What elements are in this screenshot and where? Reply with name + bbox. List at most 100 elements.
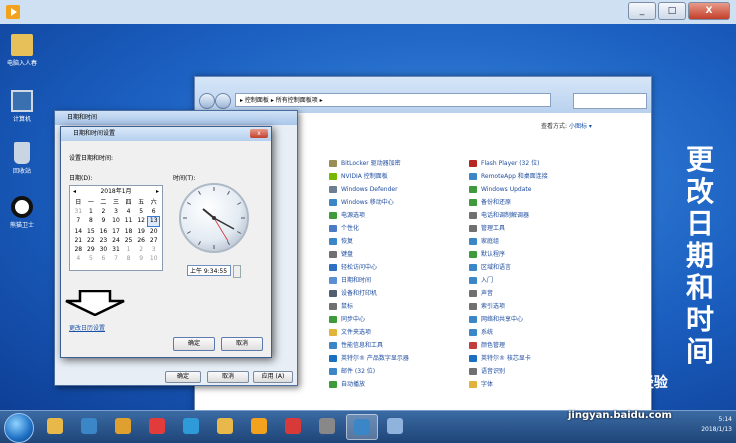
calendar-day[interactable]: 12 — [135, 216, 148, 225]
calendar-day[interactable]: 6 — [97, 254, 110, 263]
control-panel-item[interactable]: 英特尔® 核芯显卡 — [469, 352, 619, 365]
start-button[interactable] — [4, 413, 34, 443]
taskbar-button-ie[interactable] — [74, 414, 104, 438]
calendar-day[interactable]: 10 — [147, 254, 160, 263]
calendar-day[interactable]: 3 — [147, 245, 160, 254]
control-panel-item[interactable]: 轻松访问中心 — [329, 261, 479, 274]
control-panel-item[interactable]: 电话和调制解调器 — [469, 209, 619, 222]
calendar-day[interactable]: 4 — [122, 207, 135, 216]
control-panel-item[interactable]: 备份和还原 — [469, 196, 619, 209]
calendar-day[interactable]: 7 — [110, 254, 123, 263]
time-input[interactable]: 上午 9:34:55 — [187, 265, 231, 276]
control-panel-item[interactable]: 网络和共享中心 — [469, 313, 619, 326]
taskbar-button-player[interactable] — [244, 414, 274, 438]
dt-ok-button[interactable]: 确定 — [165, 371, 201, 383]
control-panel-item[interactable]: Windows 移动中心 — [329, 196, 479, 209]
calendar-day[interactable]: 19 — [135, 227, 148, 236]
calendar-month[interactable]: 2018年1月 — [100, 188, 131, 195]
calendar-day[interactable]: 1 — [85, 207, 98, 216]
calendar-day[interactable]: 27 — [147, 236, 160, 245]
view-by-dropdown[interactable]: 小图标 ▾ — [569, 123, 592, 130]
back-icon[interactable] — [199, 93, 215, 109]
calendar-day[interactable]: 6 — [147, 207, 160, 216]
taskbar-button-browser[interactable] — [108, 414, 138, 438]
calendar-day[interactable]: 10 — [110, 216, 123, 225]
control-panel-item[interactable]: 索引选项 — [469, 300, 619, 313]
taskbar-button-explorer[interactable] — [40, 414, 70, 438]
control-panel-item[interactable]: 声音 — [469, 287, 619, 300]
control-panel-item[interactable]: 日期和时间 — [329, 274, 479, 287]
calendar-day[interactable]: 30 — [97, 245, 110, 254]
control-panel-item[interactable]: 电源选项 — [329, 209, 479, 222]
taskbar-button-tool[interactable] — [312, 414, 342, 438]
control-panel-item[interactable]: 颜色管理 — [469, 339, 619, 352]
control-panel-item[interactable]: Windows Update — [469, 183, 619, 196]
control-panel-item[interactable]: BitLocker 驱动器加密 — [329, 157, 479, 170]
control-panel-item[interactable]: Windows Defender — [329, 183, 479, 196]
control-panel-item[interactable]: 英特尔® 产品数字显示器 — [329, 352, 479, 365]
control-panel-item[interactable]: 个性化 — [329, 222, 479, 235]
calendar-day[interactable]: 5 — [135, 207, 148, 216]
calendar-day[interactable]: 2 — [97, 207, 110, 216]
calendar-day[interactable]: 29 — [85, 245, 98, 254]
dt-cancel-button[interactable]: 取消 — [207, 371, 249, 383]
control-panel-item[interactable]: 管理工具 — [469, 222, 619, 235]
calendar-day[interactable]: 14 — [72, 227, 85, 236]
desktop-icon-folder[interactable]: 电脑入人春 — [2, 34, 42, 67]
control-panel-item[interactable]: 恢复 — [329, 235, 479, 248]
calendar-day[interactable]: 13 — [147, 216, 160, 227]
calendar-day[interactable]: 31 — [110, 245, 123, 254]
calendar-day[interactable]: 16 — [97, 227, 110, 236]
taskbar-button-monitor[interactable] — [346, 414, 378, 440]
calendar-day[interactable]: 3 — [110, 207, 123, 216]
minimize-button[interactable]: _ — [628, 2, 656, 20]
calendar-day[interactable]: 8 — [85, 216, 98, 225]
control-panel-item[interactable]: 系统 — [469, 326, 619, 339]
calendar-day[interactable]: 1 — [122, 245, 135, 254]
control-panel-item[interactable]: RemoteApp 和桌面连接 — [469, 170, 619, 183]
settings-ok-button[interactable]: 确定 — [173, 337, 215, 351]
next-month-icon[interactable]: ▸ — [156, 186, 159, 198]
settings-cancel-button[interactable]: 取消 — [221, 337, 263, 351]
calendar-day[interactable]: 9 — [135, 254, 148, 263]
control-panel-item[interactable]: 邮件 (32 位) — [329, 365, 479, 378]
calendar-day[interactable]: 26 — [135, 236, 148, 245]
control-panel-item[interactable]: 入门 — [469, 274, 619, 287]
taskbar-button-app[interactable] — [176, 414, 206, 438]
system-tray[interactable]: 5:14 2018/1/13 — [701, 415, 732, 435]
taskbar-button-grid[interactable] — [380, 414, 410, 438]
calendar-day[interactable]: 9 — [97, 216, 110, 225]
control-panel-item[interactable]: 键盘 — [329, 248, 479, 261]
maximize-button[interactable]: □ — [658, 2, 686, 20]
taskbar-button-folder[interactable] — [210, 414, 240, 438]
forward-icon[interactable] — [215, 93, 231, 109]
control-panel-item[interactable]: 设备和打印机 — [329, 287, 479, 300]
calendar-day[interactable]: 24 — [110, 236, 123, 245]
calendar-day[interactable]: 2 — [135, 245, 148, 254]
dt-apply-button[interactable]: 应用 (A) — [253, 371, 293, 383]
calendar-day[interactable]: 25 — [122, 236, 135, 245]
control-panel-item[interactable]: Flash Player (32 位) — [469, 157, 619, 170]
change-calendar-settings-link[interactable]: 更改日历设置 — [69, 323, 105, 332]
calendar-day[interactable]: 20 — [147, 227, 160, 236]
calendar-day[interactable]: 28 — [72, 245, 85, 254]
control-panel-item[interactable]: 区域和语言 — [469, 261, 619, 274]
desktop-icon-panda[interactable]: 熊猫卫士 — [2, 196, 42, 229]
calendar-day[interactable]: 23 — [97, 236, 110, 245]
time-spinner[interactable] — [233, 265, 241, 278]
control-panel-item[interactable]: 语音识别 — [469, 365, 619, 378]
control-panel-item[interactable]: NVIDIA 控制面板 — [329, 170, 479, 183]
control-panel-item[interactable]: 自动播放 — [329, 378, 479, 391]
calendar-day[interactable]: 4 — [72, 254, 85, 263]
control-panel-item[interactable]: 文件夹选项 — [329, 326, 479, 339]
calendar-day[interactable]: 21 — [72, 236, 85, 245]
calendar-day[interactable]: 15 — [85, 227, 98, 236]
control-panel-item[interactable]: 家庭组 — [469, 235, 619, 248]
control-panel-item[interactable]: 鼠标 — [329, 300, 479, 313]
calendar-day[interactable]: 17 — [110, 227, 123, 236]
control-panel-item[interactable]: 默认程序 — [469, 248, 619, 261]
control-panel-item[interactable]: 同步中心 — [329, 313, 479, 326]
desktop-icon-recycle-bin[interactable]: 回收站 — [2, 142, 42, 175]
calendar-day[interactable]: 31 — [72, 207, 85, 216]
calendar-day[interactable]: 11 — [122, 216, 135, 225]
